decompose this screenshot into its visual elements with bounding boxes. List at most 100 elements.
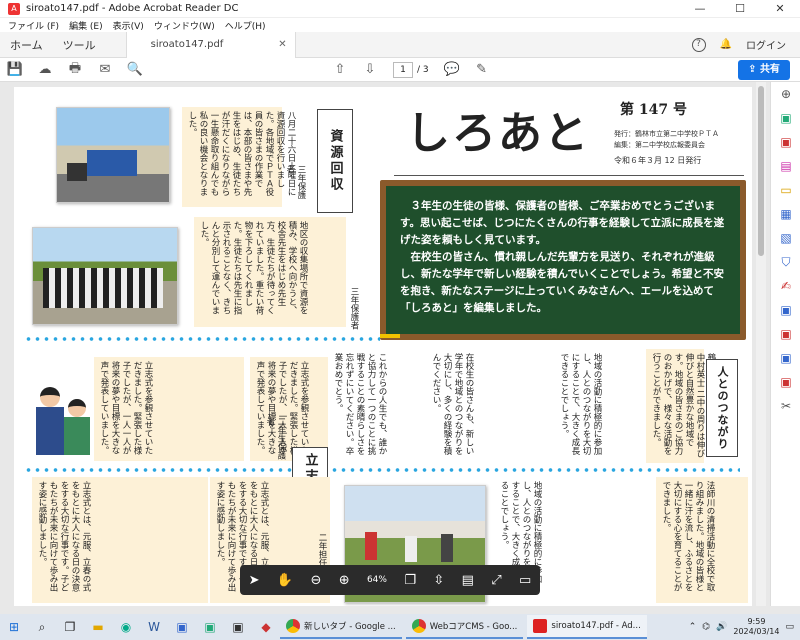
clock-date: 2024/03/14 — [733, 627, 780, 636]
create-pdf-icon[interactable]: ▣ — [771, 130, 800, 154]
clock[interactable]: 9:59 2024/03/14 — [733, 617, 779, 637]
tab-document[interactable]: siroato147.pdf ✕ — [125, 31, 296, 58]
ambition-text-1: 立志式を参観させていただきました。緊張した様子でしたが、一人一人が将来の夢や目標… — [99, 361, 153, 455]
page-view-icon[interactable]: ❐ — [404, 573, 416, 588]
prev-page-icon[interactable]: ⇧ — [325, 62, 355, 77]
comment-icon[interactable]: 💬 — [437, 62, 467, 77]
newsletter-title: しろあと — [406, 108, 590, 159]
app-icon-1[interactable]: ▣ — [168, 620, 196, 634]
read-mode-icon[interactable]: ▭ — [519, 573, 531, 588]
chrome-icon — [286, 619, 300, 633]
search-icon[interactable]: 🔍 — [120, 62, 150, 77]
menu-window[interactable]: ウィンドウ(W) — [154, 19, 215, 32]
fill-sign-icon[interactable]: ✍ — [771, 274, 800, 298]
photo-truck — [56, 107, 170, 203]
help-icon[interactable]: ? — [691, 37, 706, 52]
people-text-4: 地域の活動に積極的に参加し、人とのつながりを大切にすることで、大きく成長できるこ… — [559, 353, 602, 455]
divider-1 — [24, 337, 380, 341]
tray-chevron-icon[interactable]: ⌃ — [689, 622, 697, 632]
stamp-icon[interactable]: ▣ — [771, 346, 800, 370]
bell-icon[interactable]: 🔔 — [720, 39, 732, 50]
taskbar-chrome-2[interactable]: WebコアCMS - Goo... — [405, 615, 524, 639]
minimize-button[interactable]: — — [680, 2, 720, 15]
vertical-scrollbar[interactable] — [756, 82, 766, 606]
taskbar-app-2: WebコアCMS - Goo... — [429, 622, 518, 632]
more-tools-icon[interactable]: ✂ — [771, 394, 800, 418]
menu-help[interactable]: ヘルプ(H) — [225, 19, 266, 32]
people-box-4: 鶴林市立第二中学校 校長 中村英士 二中の周りは伸び伸びと自然豊かな地域です。地… — [646, 349, 716, 463]
print-icon[interactable]: 🖶 — [60, 59, 90, 81]
people-box-2: 在校生の皆さんも、新しい学年で地域とのつながりを大切にし、多くの経験を積んでくだ… — [426, 349, 552, 463]
scan-icon[interactable]: ▣ — [771, 322, 800, 346]
page-total: / 3 — [417, 64, 429, 75]
people-text-3: 在校生の皆さんも、新しい学年で地域とのつながりを大切にし、多くの経験を積んでくだ… — [431, 353, 474, 455]
comment-tool-icon[interactable]: ▭ — [771, 178, 800, 202]
chrome-icon — [411, 619, 426, 633]
pencil-icon — [380, 334, 400, 338]
close-button[interactable]: ✕ — [760, 2, 800, 15]
volume-icon[interactable]: 🔊 — [716, 622, 727, 632]
compress-icon[interactable]: ▣ — [771, 370, 800, 394]
windows-start-icon[interactable]: ⊞ — [0, 620, 28, 634]
scrollbar-thumb[interactable] — [758, 86, 764, 256]
send-icon[interactable]: ▣ — [771, 298, 800, 322]
edit-pdf-icon[interactable]: ▤ — [771, 154, 800, 178]
scroll-mode-icon[interactable]: ▤ — [462, 573, 474, 588]
people-heading: 人とのつながり — [706, 359, 738, 457]
people-box-1: これからの人生でも、誰かと協力して一つのことに挑戦することの素晴らしさを忘れずに… — [328, 349, 424, 463]
app-icon-2[interactable]: ▣ — [196, 620, 224, 634]
resource-box-1: 八月二十六日土曜日に資源回収を行いました。各地域でＰＴＡ役員の皆さまの作業では、… — [182, 107, 296, 207]
pen-icon[interactable]: ✎ — [467, 62, 497, 77]
protect-icon[interactable]: ⛉ — [771, 250, 800, 274]
zoom-tool-icon[interactable]: ⊕ — [771, 82, 800, 106]
menu-view[interactable]: 表示(V) — [113, 19, 144, 32]
file-explorer-icon[interactable]: ▬ — [84, 620, 112, 634]
close-tab-icon[interactable]: ✕ — [278, 39, 286, 50]
word-icon[interactable]: W — [140, 620, 168, 634]
bottom-text-2: 法師川の清掃活動に全校で取り組みました。地域の皆様と一緒に汗を流し、ふるさとを大… — [661, 481, 715, 592]
right-tool-panel: ⊕ ▣ ▣ ▤ ▭ ▦ ▧ ⛉ ✍ ▣ ▣ ▣ ▣ ✂ — [770, 82, 800, 606]
menu-file[interactable]: ファイル (F) — [8, 19, 59, 32]
tab-tools[interactable]: ツール — [53, 37, 106, 53]
hand-tool-icon[interactable]: ✋ — [277, 573, 293, 588]
share-label: 共有 — [759, 64, 780, 75]
people-box-3: 地域の活動に積極的に参加し、人とのつながりを大切にすることで、大きく成長できるこ… — [554, 349, 644, 463]
maximize-button[interactable]: ☐ — [720, 2, 760, 15]
fullscreen-icon[interactable]: ⤢ — [491, 573, 501, 588]
network-icon[interactable]: ⌬ — [702, 622, 710, 632]
chalkboard: ３年生の生徒の皆様、保護者の皆様、ご卒業おめでとうございます。思い起こせば、じつ… — [380, 180, 746, 340]
task-view-icon[interactable]: ❐ — [56, 620, 84, 634]
edge-icon[interactable]: ◉ — [112, 620, 140, 634]
taskbar-acrobat[interactable]: siroato147.pdf - Ad... — [527, 615, 647, 639]
people-text-2: これからの人生でも、誰かと協力して一つのことに挑戦することの素晴らしさを忘れずに… — [333, 353, 387, 455]
app-icon-3[interactable]: ▣ — [224, 620, 252, 634]
mail-icon[interactable]: ✉ — [90, 62, 120, 77]
page-number-input[interactable]: 1 — [393, 61, 413, 78]
tab-bar: ホーム ツール siroato147.pdf ✕ ? 🔔 ログイン — [0, 31, 800, 58]
login-button[interactable]: ログイン — [746, 37, 786, 52]
ambition-box-3: 立志式とは、元服、立春の式をもとに大人になる日の決意をする大切な行事です。子ども… — [32, 477, 208, 603]
organize-icon[interactable]: ▧ — [771, 226, 800, 250]
combine-icon[interactable]: ▦ — [771, 202, 800, 226]
toolbar: 💾 ☁ 🖶 ✉ 🔍 ⇧ ⇩ 1 / 3 💬 ✎ ⇪ 共有 — [0, 58, 800, 82]
window-title: siroato147.pdf - Adobe Acrobat Reader DC — [26, 3, 239, 14]
next-page-icon[interactable]: ⇩ — [355, 62, 385, 77]
share-button[interactable]: ⇪ 共有 — [738, 60, 790, 80]
notification-icon[interactable]: ▭ — [785, 622, 794, 632]
menu-edit[interactable]: 編集 (E) — [69, 19, 103, 32]
clock-time: 9:59 — [747, 617, 766, 626]
upload-icon[interactable]: ☁ — [30, 62, 60, 77]
export-pdf-icon[interactable]: ▣ — [771, 106, 800, 130]
fit-page-icon[interactable]: ⇳ — [433, 573, 444, 588]
pdf-page: 八月二十六日土曜日に資源回収を行いました。各地域でＰＴＡ役員の皆さまの作業では、… — [14, 87, 752, 606]
select-tool-icon[interactable]: ➤ — [249, 573, 260, 588]
tab-home[interactable]: ホーム — [0, 37, 53, 53]
taskbar-chrome-1[interactable]: 新しいタブ - Google ... — [280, 615, 402, 639]
zoom-out-icon[interactable]: ⊖ — [310, 573, 321, 588]
search-taskbar-icon[interactable]: ⌕ — [28, 620, 56, 635]
app-icon-4[interactable]: ◆ — [252, 620, 280, 634]
save-icon[interactable]: 💾 — [0, 62, 30, 77]
left-margin — [0, 82, 14, 606]
zoom-in-icon[interactable]: ⊕ — [339, 573, 350, 588]
zoom-level[interactable]: 64% — [367, 575, 387, 585]
